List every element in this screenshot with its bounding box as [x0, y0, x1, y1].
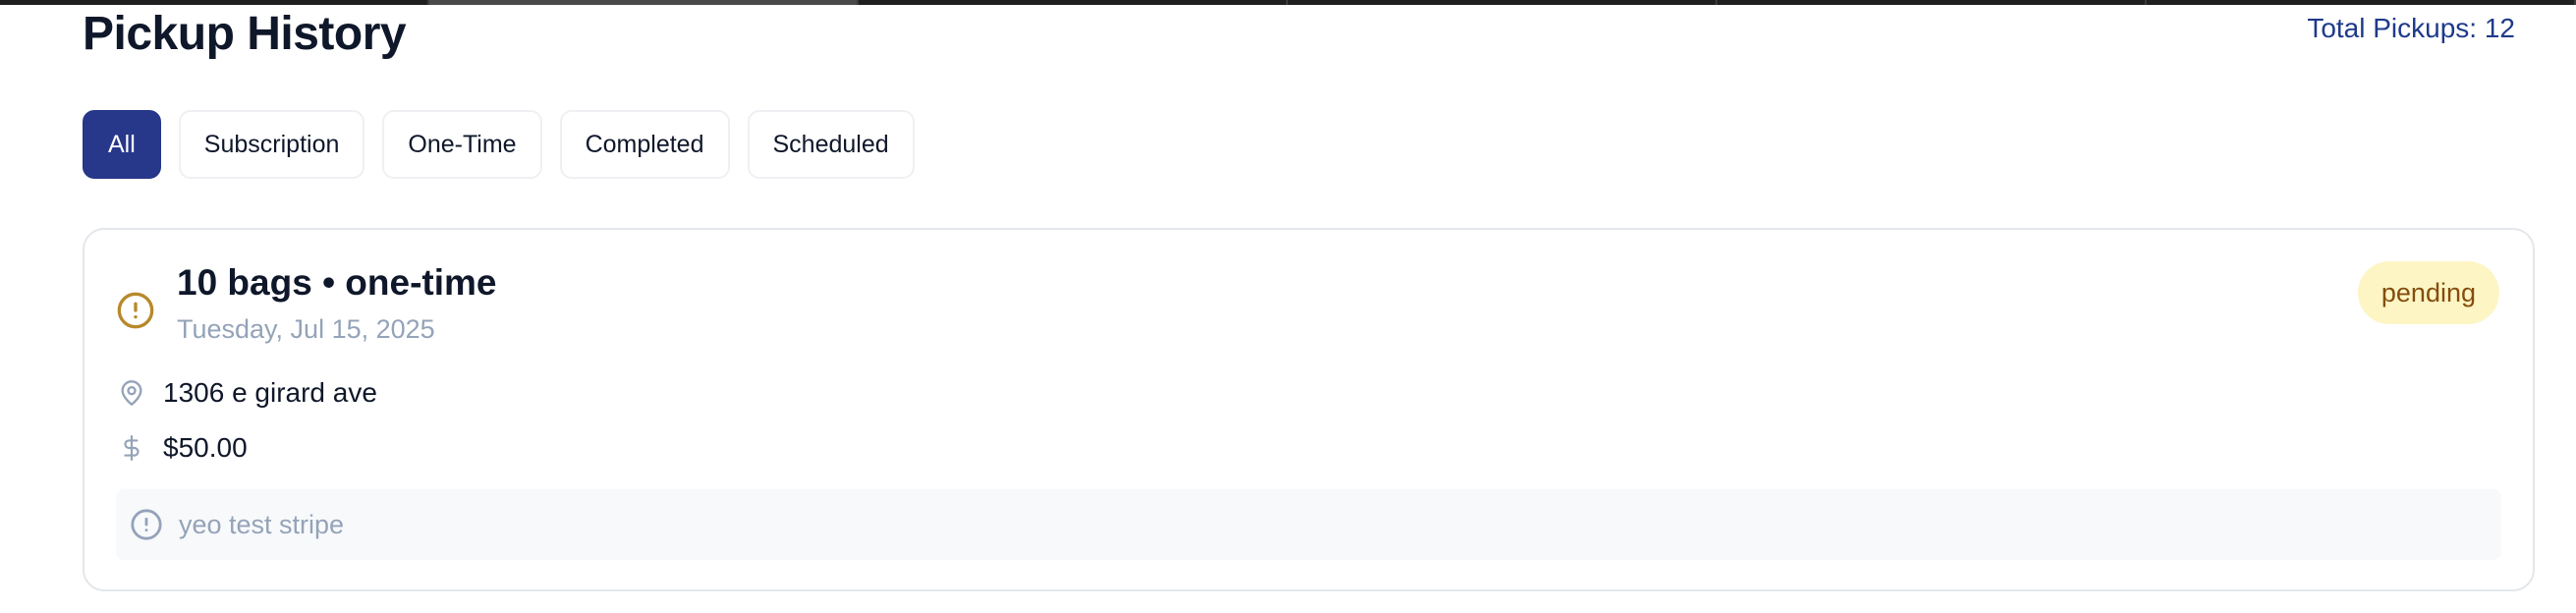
- filter-tab-all[interactable]: All: [83, 110, 161, 179]
- dollar-sign-icon: [116, 432, 147, 464]
- filter-tab-subscription[interactable]: Subscription: [178, 110, 365, 179]
- pickup-price-row: $50.00: [116, 432, 248, 464]
- pickup-heading: 10 bags • one-time Tuesday, Jul 15, 2025: [177, 259, 496, 345]
- map-pin-icon: [116, 377, 147, 409]
- total-pickups-count: Total Pickups: 12: [2307, 13, 2515, 43]
- filter-tab-one-time[interactable]: One-Time: [382, 110, 542, 179]
- pickup-note-text: yeo test stripe: [179, 509, 345, 539]
- filter-tab-completed[interactable]: Completed: [559, 110, 730, 179]
- status-badge: pending: [2357, 261, 2499, 324]
- page-header: Pickup History Total Pickups: 12: [83, 4, 2537, 63]
- filter-tab-scheduled[interactable]: Scheduled: [747, 110, 915, 179]
- page-title: Pickup History: [83, 7, 407, 60]
- pickup-card[interactable]: 10 bags • one-time Tuesday, Jul 15, 2025…: [83, 228, 2535, 591]
- pickup-note: yeo test stripe: [116, 489, 2501, 560]
- pickup-address: 1306 e girard ave: [163, 377, 377, 408]
- alert-circle-icon: [117, 292, 154, 329]
- pickup-price: $50.00: [163, 432, 248, 463]
- pickup-date: Tuesday, Jul 15, 2025: [177, 314, 435, 344]
- pickup-title: 10 bags • one-time: [177, 262, 497, 303]
- pickup-card-header: 10 bags • one-time Tuesday, Jul 15, 2025: [116, 259, 496, 345]
- pickup-address-row: 1306 e girard ave: [116, 377, 377, 409]
- filter-tabs: All Subscription One-Time Completed Sche…: [83, 110, 915, 179]
- alert-circle-icon: [131, 509, 162, 540]
